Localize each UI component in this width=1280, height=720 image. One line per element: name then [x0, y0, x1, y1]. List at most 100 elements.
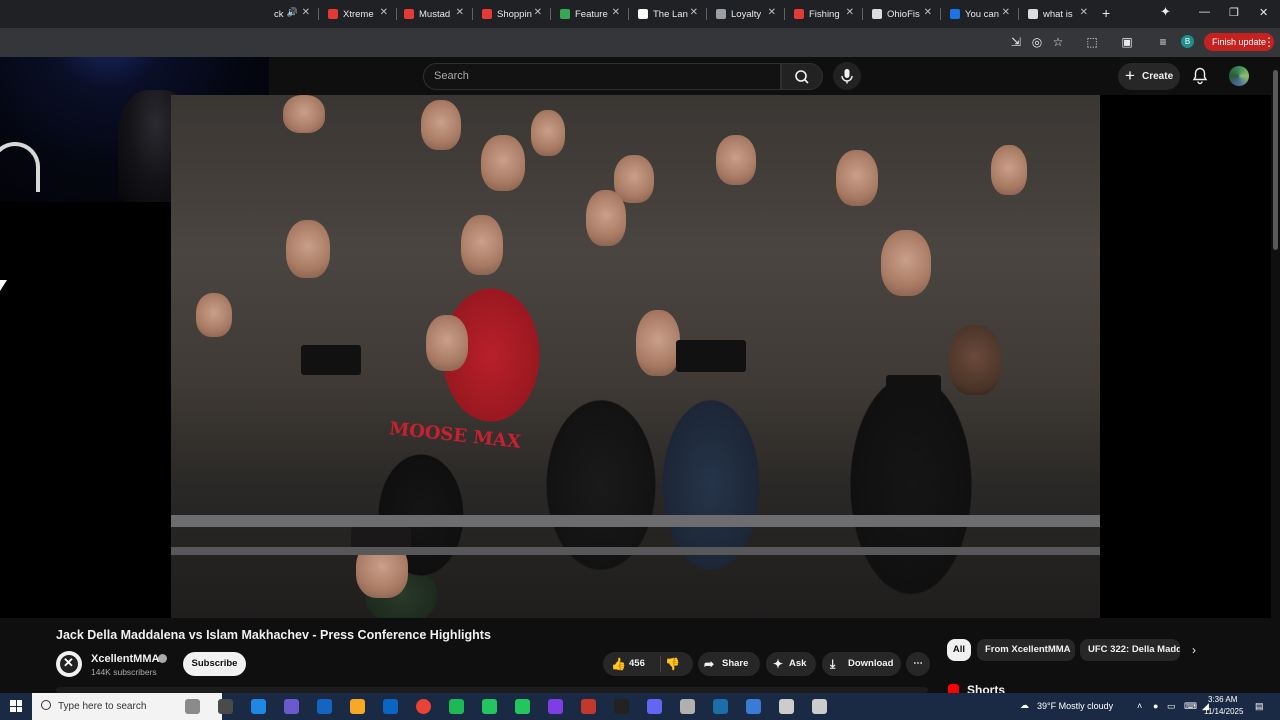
- scrollbar-thumb[interactable]: [1273, 70, 1278, 250]
- tab-close-icon[interactable]: ✕: [1002, 7, 1010, 18]
- browser-tab[interactable]: Xtreme ✕: [322, 4, 392, 24]
- browser-tab[interactable]: OhioFis ✕: [866, 4, 936, 24]
- tab-close-icon[interactable]: ✕: [534, 7, 542, 18]
- browser-tab[interactable]: Mustad ✕: [398, 4, 468, 24]
- app-black-icon[interactable]: [614, 699, 629, 714]
- keyboard-icon[interactable]: ⌨: [1184, 701, 1197, 711]
- chevron-right-icon[interactable]: ›: [1192, 643, 1196, 657]
- tab-close-icon[interactable]: ✕: [612, 7, 620, 18]
- download-button[interactable]: ⤓ Download: [822, 652, 901, 676]
- tab-close-icon[interactable]: ✕: [690, 7, 698, 18]
- channel-logo-icon: ✕: [63, 655, 74, 670]
- app-purple-icon[interactable]: [647, 699, 662, 714]
- tab-close-icon[interactable]: ✕: [768, 7, 776, 18]
- install-app-icon[interactable]: ⇲: [1009, 35, 1023, 49]
- app-globe-icon[interactable]: [812, 699, 827, 714]
- like-count[interactable]: 456: [629, 652, 645, 676]
- settings-icon[interactable]: [680, 699, 695, 714]
- chip-all[interactable]: All: [947, 639, 971, 661]
- new-tab-button[interactable]: +: [1102, 5, 1110, 21]
- task-view-icon[interactable]: [218, 699, 233, 714]
- steam-icon[interactable]: [713, 699, 728, 714]
- tab-favicon-icon: [1028, 9, 1038, 19]
- tray-chevron-icon[interactable]: ˄: [1137, 701, 1147, 711]
- minimize-icon[interactable]: —: [1199, 6, 1210, 18]
- tab-close-icon[interactable]: ✕: [302, 7, 310, 18]
- extensions-icon[interactable]: ⬚: [1085, 35, 1099, 49]
- store-icon[interactable]: [317, 699, 332, 714]
- notifications-icon[interactable]: ▤: [1255, 701, 1265, 711]
- app-blue-icon[interactable]: [746, 699, 761, 714]
- pen-app-icon[interactable]: [185, 699, 200, 714]
- thumbs-down-icon[interactable]: 👎: [665, 652, 680, 676]
- microphone-tray-icon[interactable]: ●: [1153, 701, 1163, 711]
- tab-separator: [318, 8, 319, 20]
- voice-search-button[interactable]: [833, 62, 861, 90]
- profile-avatar[interactable]: B: [1181, 35, 1194, 48]
- subscribe-button[interactable]: Subscribe: [183, 652, 246, 676]
- tab-title: Shoppin: [497, 8, 532, 20]
- tab-favicon-icon: [482, 9, 492, 19]
- video-player[interactable]: MOOSE MAX: [171, 95, 1100, 618]
- browser-tab[interactable]: The Lan ✕: [632, 4, 702, 24]
- weather-icon[interactable]: ☁: [1020, 700, 1029, 711]
- download-label: Download: [848, 658, 894, 669]
- media-icon[interactable]: ▣: [1120, 35, 1134, 49]
- reading-list-icon[interactable]: ≡: [1156, 35, 1170, 49]
- browser-tab[interactable]: what is ✕: [1022, 4, 1092, 24]
- app-green-icon[interactable]: [482, 699, 497, 714]
- browser-tab[interactable]: ck 🔊 ✕: [268, 4, 314, 24]
- close-window-icon[interactable]: ✕: [1259, 6, 1268, 19]
- tab-favicon-icon: [404, 9, 414, 19]
- ask-button[interactable]: ✦ Ask: [766, 652, 816, 676]
- share-arrow-icon: ➦: [704, 657, 715, 671]
- tab-audio-icon[interactable]: 🔊: [287, 7, 298, 18]
- search-button[interactable]: [781, 63, 823, 90]
- browser-tab[interactable]: Feature ✕: [554, 4, 624, 24]
- tab-close-icon[interactable]: ✕: [380, 7, 388, 18]
- video-title: Jack Della Maddalena vs Islam Makhachev …: [56, 628, 491, 642]
- tab-close-icon[interactable]: ✕: [924, 7, 932, 18]
- spotify-icon[interactable]: [449, 699, 464, 714]
- browser-tab[interactable]: Fishing ✕: [788, 4, 858, 24]
- search-input[interactable]: Search: [423, 63, 781, 90]
- tab-title: Mustad: [419, 8, 451, 20]
- channel-name[interactable]: XcellentMMA: [91, 653, 159, 665]
- chip-related[interactable]: UFC 322: Della Madd: [1080, 639, 1180, 661]
- browser-tab[interactable]: Loyalty ✕: [710, 4, 780, 24]
- verified-badge-icon: [158, 654, 167, 663]
- account-avatar[interactable]: [1229, 66, 1249, 86]
- thumbs-up-icon[interactable]: 👍: [611, 652, 626, 676]
- browser-menu-icon[interactable]: ⋮: [1262, 35, 1276, 49]
- weather-text[interactable]: 39°F Mostly cloudy: [1037, 701, 1113, 711]
- app-red-icon[interactable]: [581, 699, 596, 714]
- network-icon[interactable]: ▭: [1167, 701, 1177, 711]
- copilot-icon[interactable]: [284, 699, 299, 714]
- edge-icon[interactable]: [251, 699, 266, 714]
- tab-close-icon[interactable]: ✕: [846, 7, 854, 18]
- tab-close-icon[interactable]: ✕: [456, 7, 464, 18]
- bookmark-star-icon[interactable]: ☆: [1051, 35, 1065, 49]
- clock-date[interactable]: 11/14/2025: [1204, 707, 1243, 716]
- tab-search-icon[interactable]: ✦: [1160, 4, 1171, 20]
- browser-tab[interactable]: Shoppin ✕: [476, 4, 546, 24]
- clock-time[interactable]: 3:36 AM: [1208, 695, 1237, 704]
- outlook-icon[interactable]: [383, 699, 398, 714]
- tab-separator: [706, 8, 707, 20]
- chip-from-channel[interactable]: From XcellentMMA: [977, 639, 1075, 661]
- chrome-icon[interactable]: [416, 699, 431, 714]
- notifications-bell-icon[interactable]: [1192, 67, 1208, 85]
- tab-title: what is: [1043, 8, 1073, 20]
- tab-close-icon[interactable]: ✕: [1080, 7, 1088, 18]
- hide-eye-icon[interactable]: ◎: [1030, 35, 1044, 49]
- more-actions-button[interactable]: ⋯: [906, 652, 930, 676]
- app-vpn-icon[interactable]: [548, 699, 563, 714]
- app-green2-icon[interactable]: [515, 699, 530, 714]
- browser-tab[interactable]: You can ✕: [944, 4, 1014, 24]
- share-button[interactable]: ➦ Share: [698, 652, 760, 676]
- search-icon: [795, 70, 809, 84]
- windows-start-icon[interactable]: [10, 700, 22, 712]
- file-explorer-icon[interactable]: [350, 699, 365, 714]
- app-gear-icon[interactable]: [779, 699, 794, 714]
- restore-icon[interactable]: ❐: [1229, 6, 1239, 19]
